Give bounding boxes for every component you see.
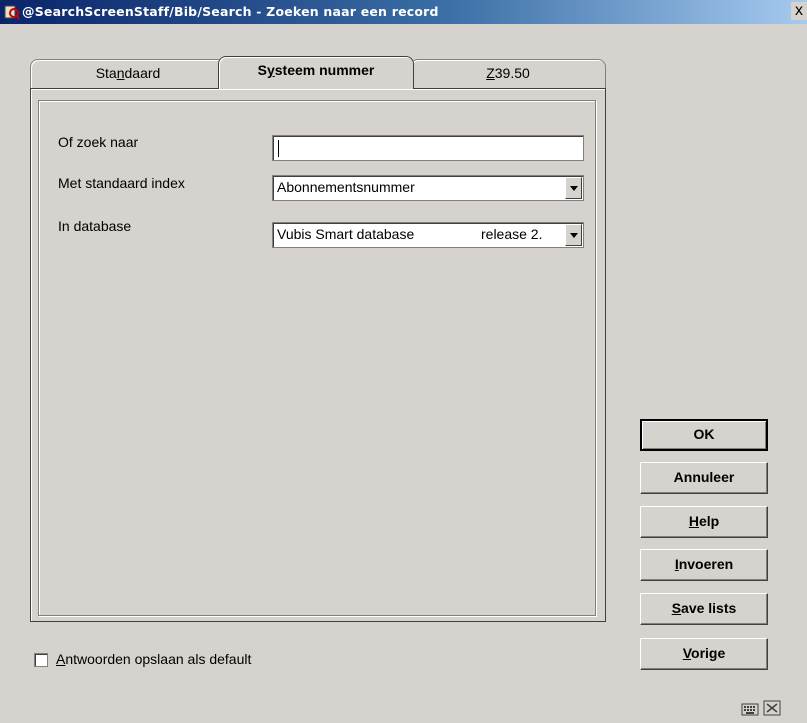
tab-standaard[interactable]: Standaard bbox=[30, 59, 226, 89]
database-select[interactable]: Vubis Smart database release 2. bbox=[272, 222, 584, 248]
tab-label: Sta bbox=[95, 65, 117, 81]
keyboard-icon[interactable] bbox=[741, 700, 759, 719]
search-label: Of zoek naar bbox=[58, 134, 139, 150]
vorige-button[interactable]: Vorige bbox=[640, 638, 768, 670]
search-input[interactable] bbox=[272, 135, 584, 161]
index-select-value: Abonnementsnummer bbox=[277, 179, 415, 195]
text-caret bbox=[278, 140, 279, 157]
tab-label: 39.50 bbox=[494, 65, 530, 81]
tab-label-accel: y bbox=[266, 62, 275, 78]
invoeren-button[interactable]: Invoeren bbox=[640, 549, 768, 581]
tab-label: steem nummer bbox=[274, 62, 375, 78]
title-bar: @SearchScreenStaff/Bib/Search - Zoeken n… bbox=[0, 0, 807, 24]
save-default-label-text: ntwoorden opslaan als default bbox=[65, 651, 252, 667]
save-default-checkbox[interactable] bbox=[34, 653, 48, 667]
tab-label-accel: Z bbox=[486, 65, 495, 81]
database-label: In database bbox=[58, 218, 132, 234]
app-icon bbox=[4, 4, 20, 20]
save-default-label[interactable]: Antwoorden opslaan als default bbox=[56, 651, 251, 667]
database-release: release 2. bbox=[481, 226, 543, 242]
help-button-label: elp bbox=[698, 513, 720, 529]
tab-systeem-nummer[interactable]: Systeem nummer bbox=[218, 56, 414, 89]
chevron-down-icon[interactable] bbox=[565, 177, 582, 199]
ok-button-label: OK bbox=[693, 426, 715, 442]
status-icons bbox=[741, 700, 781, 719]
index-select[interactable]: Abonnementsnummer bbox=[272, 175, 584, 201]
invoeren-button-label: nvoeren bbox=[678, 556, 734, 572]
button-accel: V bbox=[682, 645, 692, 661]
tab-z3950[interactable]: Z39.50 bbox=[410, 59, 606, 89]
vorige-button-label: orige bbox=[691, 645, 726, 661]
button-accel: S bbox=[671, 600, 682, 616]
save-lists-button[interactable]: Save lists bbox=[640, 593, 768, 625]
ok-button[interactable]: OK bbox=[640, 419, 768, 451]
close-icon[interactable]: x bbox=[791, 2, 807, 20]
tab-label-accel: n bbox=[116, 65, 125, 81]
database-select-value: Vubis Smart database bbox=[277, 226, 415, 242]
button-accel: H bbox=[688, 513, 699, 529]
checkbox-accel: A bbox=[56, 651, 66, 667]
help-button[interactable]: Help bbox=[640, 506, 768, 538]
tab-label: daard bbox=[124, 65, 161, 81]
annuleer-button[interactable]: Annuleer bbox=[640, 462, 768, 494]
annuleer-button-label: Annuleer bbox=[673, 469, 735, 485]
window-title: @SearchScreenStaff/Bib/Search - Zoeken n… bbox=[22, 4, 439, 19]
save-lists-button-label: ave lists bbox=[681, 600, 737, 616]
index-label: Met standaard index bbox=[58, 175, 185, 191]
tab-label: S bbox=[257, 62, 267, 78]
chevron-down-icon[interactable] bbox=[565, 224, 582, 246]
resize-icon[interactable] bbox=[763, 700, 781, 719]
